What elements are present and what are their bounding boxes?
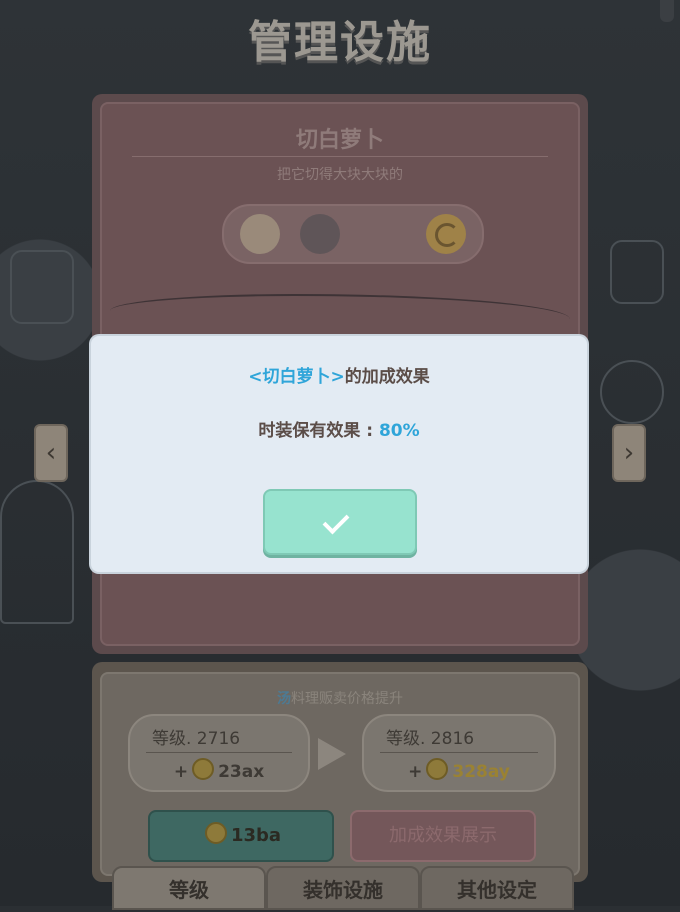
prev-facility-button[interactable]: ‹ [34,424,68,482]
facility-description: 把它切得大块大块的 [277,167,403,183]
divider [146,752,292,753]
check-icon [322,507,350,535]
facility-illustration [110,294,570,336]
page-title: 管理设施 [248,17,432,68]
tab-level[interactable]: 等级 [112,866,266,910]
tab-other-settings[interactable]: 其他设定 [420,866,574,910]
boost-text: 料理贩卖价格提升 [291,691,403,707]
coin-icon [204,822,227,844]
next-level: 等级. 2816 [386,729,475,749]
coin-icon [192,758,215,780]
divider [132,156,548,157]
cat-icon[interactable] [240,214,280,254]
dialog-body-value: 80% [378,421,420,441]
current-cost-prefix: + [173,762,189,782]
current-cost: +23ax [130,758,308,782]
bg-doodle [0,480,74,624]
show-bonus-button[interactable]: 加成效果展示 [350,810,536,862]
current-level: 等级. 2716 [152,729,241,749]
refresh-icon[interactable] [426,214,466,254]
dialog-body: 时装保有效果 : 80% [91,416,587,441]
dialog-title-highlight: <切白萝卜> [248,367,345,387]
bg-doodle [600,360,664,424]
bonus-dialog: <切白萝卜>的加成效果 时装保有效果 : 80% [91,336,587,572]
upgrade-panel-inner: 汤料理贩卖价格提升 等级. 2716 +23ax 等级. 2816 +328ay… [100,672,580,876]
next-cost-value: 328ay [452,762,510,782]
divider [380,752,538,753]
dialog-body-label: 时装保有效果 : [258,421,379,441]
top-right-tab[interactable] [660,0,674,22]
next-cost-prefix: + [408,762,423,782]
facility-icon-bar [222,204,484,264]
left-arrow-icon: ‹ [45,438,57,468]
grape-icon[interactable] [300,214,340,254]
level-arrow-icon [318,738,346,770]
upgrade-panel: 汤料理贩卖价格提升 等级. 2716 +23ax 等级. 2816 +328ay… [92,662,588,882]
current-level-box: 等级. 2716 +23ax [128,714,310,792]
bg-doodle [10,250,74,324]
next-cost: +328ay [364,758,554,782]
boost-keyword: 汤 [277,691,291,707]
dialog-title-rest: 的加成效果 [344,367,430,387]
bg-doodle [610,240,664,304]
boost-description: 汤料理贩卖价格提升 [102,688,578,708]
dialog-title: <切白萝卜>的加成效果 [91,362,587,387]
coin-icon [426,758,449,780]
upgrade-cost: 13ba [230,825,282,846]
right-arrow-icon: › [623,438,635,468]
confirm-button[interactable] [263,489,417,555]
tab-decoration[interactable]: 装饰设施 [266,866,420,910]
upgrade-button[interactable]: 13ba [148,810,334,862]
next-level-box: 等级. 2816 +328ay [362,714,556,792]
facility-name: 切白萝卜 [295,128,384,153]
next-facility-button[interactable]: › [612,424,646,482]
current-cost-value: 23ax [218,762,265,782]
